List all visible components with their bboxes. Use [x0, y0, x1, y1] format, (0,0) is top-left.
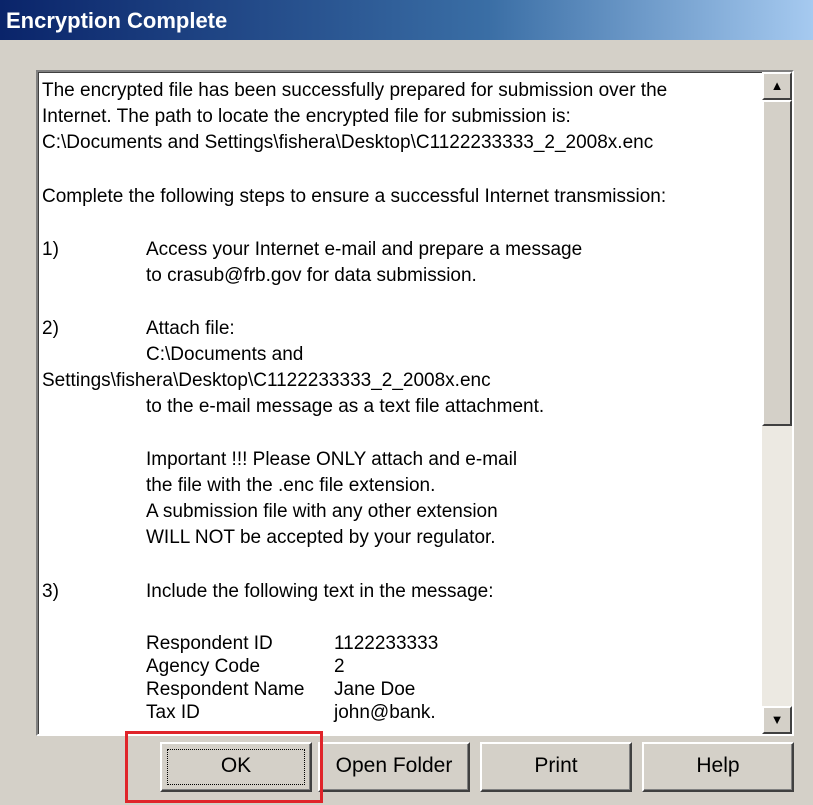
field-value: 1122233333 — [334, 633, 439, 654]
message-line: Important !!! Please ONLY attach and e-m… — [146, 449, 518, 470]
step-number: 2) — [42, 318, 59, 339]
message-line: WILL NOT be accepted by your regulator. — [146, 527, 496, 548]
ok-button[interactable]: OK — [160, 742, 312, 792]
arrow-down-icon: ▼ — [770, 712, 784, 727]
step-number: 1) — [42, 239, 59, 260]
message-line: to the e-mail message as a text file att… — [146, 396, 545, 417]
print-button[interactable]: Print — [480, 742, 632, 792]
message-line: C:\Documents and — [146, 344, 304, 365]
arrow-up-icon: ▲ — [770, 78, 784, 93]
title-bar[interactable]: Encryption Complete — [0, 0, 813, 40]
vertical-scrollbar[interactable]: ▲ ▼ — [762, 72, 792, 734]
message-line: Internet. The path to locate the encrypt… — [42, 106, 571, 127]
message-text-area: The encrypted file has been successfully… — [42, 74, 762, 732]
step-number: 3) — [42, 581, 59, 602]
field-label: Agency Code — [146, 656, 261, 677]
field-value: 2 — [334, 656, 345, 677]
message-textbox[interactable]: The encrypted file has been successfully… — [36, 70, 794, 736]
field-label: Tax ID — [146, 702, 200, 723]
message-line: Attach file: — [146, 318, 235, 339]
message-line: Settings\fishera\Desktop\C1122233333_2_2… — [42, 370, 491, 391]
scroll-thumb[interactable] — [762, 100, 792, 426]
open-folder-button[interactable]: Open Folder — [318, 742, 470, 792]
message-line: the file with the .enc file extension. — [146, 475, 436, 496]
message-line: C:\Documents and Settings\fishera\Deskto… — [42, 132, 654, 153]
message-line: A submission file with any other extensi… — [146, 501, 498, 522]
message-line: The encrypted file has been successfully… — [42, 80, 668, 101]
message-line: Access your Internet e-mail and prepare … — [146, 239, 583, 260]
message-line: Complete the following steps to ensure a… — [42, 186, 667, 207]
field-label: Respondent ID — [146, 633, 273, 654]
message-line: Include the following text in the messag… — [146, 581, 494, 602]
encryption-complete-dialog: Encryption Complete The encrypted file h… — [0, 0, 813, 805]
field-value: john@bank. — [334, 702, 436, 723]
help-button[interactable]: Help — [642, 742, 794, 792]
window-title: Encryption Complete — [6, 8, 228, 33]
scroll-down-button[interactable]: ▼ — [762, 706, 792, 734]
field-value: Jane Doe — [334, 679, 416, 700]
scroll-up-button[interactable]: ▲ — [762, 72, 792, 100]
message-line: to crasub@frb.gov for data submission. — [146, 265, 477, 286]
field-label: Respondent Name — [146, 679, 305, 700]
